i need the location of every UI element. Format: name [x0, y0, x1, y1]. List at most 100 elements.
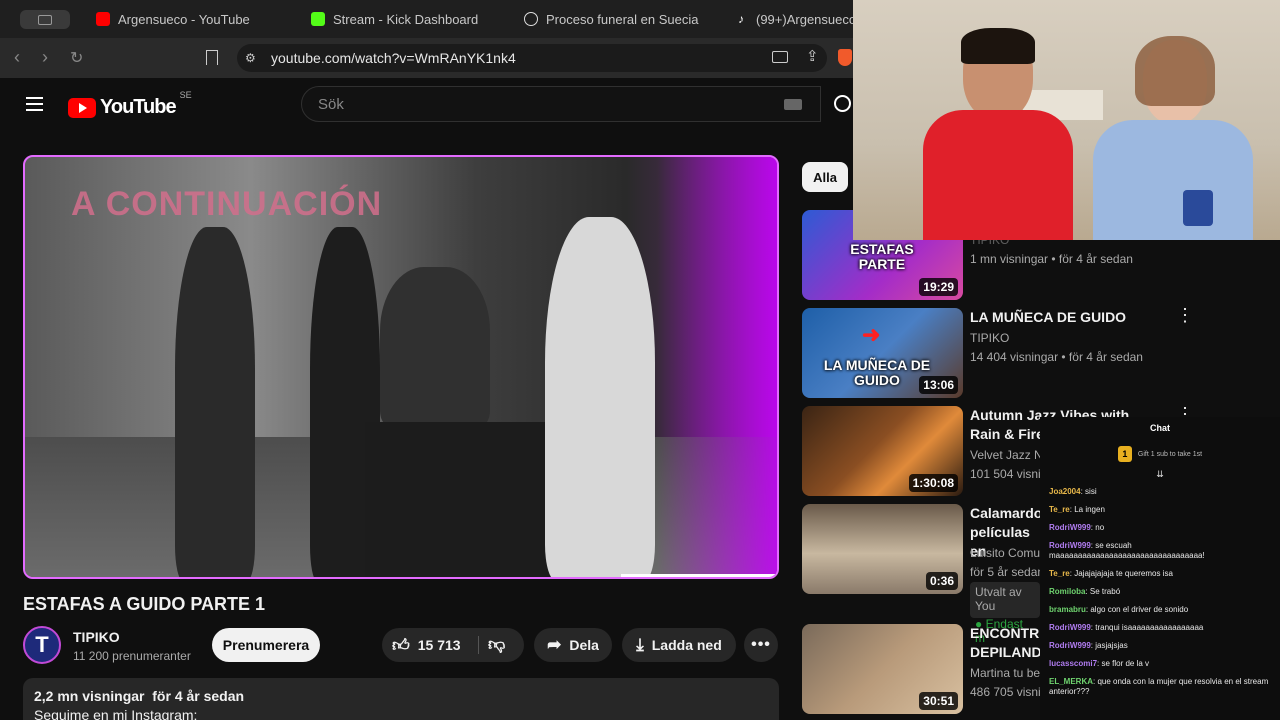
- recommendation-title[interactable]: ENCONTRÉ DEPILANDO: [970, 624, 1052, 662]
- video-player[interactable]: A CONTINUACIÓN: [23, 155, 779, 579]
- gift-banner[interactable]: 1 Gift 1 sub to take 1st: [1040, 439, 1280, 469]
- site-settings-icon[interactable]: ⚙: [245, 51, 256, 65]
- youtube-play-icon: [68, 97, 96, 118]
- avatar-initial: T: [35, 632, 49, 657]
- chat-message: RodriW999: jasjajsjas: [1040, 637, 1280, 655]
- thumbnail-caption: LA MUÑECA DE GUIDO: [823, 357, 931, 388]
- channel-name[interactable]: TIPIKO: [73, 629, 120, 645]
- chat-username[interactable]: lucasscomi7: [1049, 659, 1097, 668]
- chat-username[interactable]: Joa2004: [1049, 487, 1081, 496]
- subscribe-button[interactable]: Prenumerera: [212, 628, 320, 662]
- chat-username[interactable]: RodriW999: [1049, 623, 1091, 632]
- recommendation-channel[interactable]: Luisito Comun: [970, 546, 1047, 560]
- kick-favicon-icon: [311, 12, 325, 26]
- game-desk: [365, 422, 575, 577]
- cast-icon[interactable]: [772, 51, 788, 63]
- like-dislike-group: 👍︎ 15 713 👎︎: [382, 628, 524, 662]
- hair: [1135, 36, 1215, 106]
- thumbs-down-icon: 👎︎: [488, 635, 506, 654]
- chat-username[interactable]: Te_re: [1049, 569, 1070, 578]
- dislike-button[interactable]: 👎︎: [488, 634, 505, 655]
- recommendation-meta: 101 504 visnin: [970, 467, 1048, 481]
- recommendation-channel[interactable]: Velvet Jazz N: [970, 448, 1043, 462]
- share-page-icon[interactable]: ⇪: [806, 47, 819, 65]
- brave-shield-icon[interactable]: [838, 49, 852, 66]
- more-horizontal-icon: •••: [751, 636, 771, 653]
- views-and-date: 2,2 mn visningar för 4 år sedan: [34, 688, 245, 704]
- recommendation-thumbnail[interactable]: 30:51: [802, 624, 963, 714]
- host-figure: [175, 227, 255, 577]
- forward-icon[interactable]: ›: [42, 47, 48, 68]
- filter-chip-all[interactable]: Alla: [802, 162, 848, 192]
- chat-username[interactable]: RodriW999: [1049, 641, 1091, 650]
- download-button[interactable]: ⤓ Ladda ned: [622, 628, 736, 662]
- region-code: SE: [179, 90, 192, 100]
- chat-username[interactable]: RodriW999: [1049, 523, 1091, 532]
- search-input[interactable]: Sök: [301, 86, 821, 122]
- search-icon[interactable]: [834, 95, 851, 112]
- recommendation-meta: 486 705 visni: [970, 685, 1041, 699]
- collapse-icon[interactable]: ⇊: [1040, 469, 1280, 483]
- address-bar[interactable]: ⚙ youtube.com/watch?v=WmRAnYK1nk4: [237, 44, 827, 72]
- tab-chatgpt[interactable]: Proceso funeral en Suecia: [524, 0, 698, 38]
- recommendation-channel[interactable]: TIPIKO: [970, 331, 1009, 345]
- gift-badge-icon: 1: [1117, 446, 1132, 462]
- tab-youtube[interactable]: Argensueco - YouTube: [96, 0, 250, 38]
- channel-avatar[interactable]: T: [23, 626, 61, 664]
- sidebar-toggle-button[interactable]: [20, 10, 70, 29]
- youtube-logo[interactable]: YouTube SE: [68, 90, 192, 119]
- chat-text: : La ingen: [1069, 505, 1105, 514]
- hair: [961, 28, 1035, 64]
- divider: [478, 636, 479, 654]
- recommendation-thumbnail[interactable]: 0:36: [802, 504, 963, 594]
- chat-message: RodriW999: se escuah maaaaaaaaaaaaaaaaaa…: [1040, 537, 1280, 565]
- more-actions-button[interactable]: •••: [744, 628, 778, 662]
- tab-title: (99+)Argensueco: [756, 11, 857, 27]
- streamer-left: [913, 28, 1083, 240]
- recommendation-meta: 14 404 visningar • för 4 år sedan: [970, 350, 1143, 364]
- share-button[interactable]: ➦ Dela: [534, 628, 612, 662]
- chat-text: : algo con el driver de sonido: [1085, 605, 1189, 614]
- chat-username[interactable]: bramabru: [1049, 605, 1086, 614]
- search-placeholder: Sök: [318, 95, 344, 113]
- gift-text: Gift 1 sub to take 1st: [1137, 450, 1203, 458]
- tab-title: Argensueco - YouTube: [118, 11, 250, 27]
- back-icon[interactable]: ‹: [14, 47, 20, 68]
- video-progress-bar[interactable]: [621, 574, 777, 577]
- chat-username[interactable]: Te_re: [1049, 505, 1070, 514]
- tab-tiktok[interactable]: ♪ (99+)Argensueco: [738, 0, 856, 38]
- chat-text: : jasjajsjas: [1090, 641, 1128, 650]
- recommendation-meta: 1 mn visningar • för 4 år sedan: [970, 252, 1133, 266]
- recommendation-title[interactable]: LA MUÑECA DE GUIDO: [970, 308, 1126, 327]
- like-count: 15 713: [417, 637, 461, 653]
- duration-badge: 19:29: [919, 278, 958, 296]
- chat-text: : Se trabó: [1085, 587, 1121, 596]
- recommendation-channel[interactable]: Martina tu be: [970, 666, 1040, 680]
- duration-badge: 30:51: [919, 692, 958, 710]
- more-vertical-icon[interactable]: ⋮: [1176, 306, 1194, 324]
- chat-username[interactable]: RodriW999: [1049, 541, 1091, 550]
- sidebar-icon: [38, 14, 52, 25]
- keyboard-icon[interactable]: [784, 99, 802, 110]
- video-title: ESTAFAS A GUIDO PARTE 1: [23, 594, 266, 614]
- youtube-favicon-icon: [96, 12, 110, 26]
- stream-chat: Chat 1 Gift 1 sub to take 1st ⇊ Joa2004:…: [1040, 417, 1280, 720]
- chat-username[interactable]: Romiloba: [1049, 587, 1085, 596]
- featured-label: Utvalt av You: [975, 585, 1022, 613]
- chat-header: Chat: [1150, 423, 1170, 433]
- chat-message: bramabru: algo con el driver de sonido: [1040, 601, 1280, 619]
- download-icon: ⤓: [636, 635, 644, 654]
- bookmark-icon[interactable]: [206, 50, 218, 65]
- up-next-overlay: A CONTINUACIÓN: [71, 185, 383, 223]
- like-button[interactable]: 👍︎ 15 713: [392, 635, 461, 656]
- recommendation-thumbnail[interactable]: 1:30:08: [802, 406, 963, 496]
- menu-icon[interactable]: [26, 97, 43, 111]
- logo-text: YouTube: [100, 96, 177, 118]
- description-box[interactable]: 2,2 mn visningar för 4 år sedan Seguime …: [23, 678, 779, 720]
- tab-kick[interactable]: Stream - Kick Dashboard: [311, 0, 478, 38]
- chat-username[interactable]: EL_MERKA: [1049, 677, 1093, 686]
- arrow-icon: ➜: [862, 322, 881, 347]
- reload-icon[interactable]: ↻: [70, 48, 83, 68]
- duration-badge: 0:36: [925, 572, 958, 590]
- recommendation-thumbnail[interactable]: LA MUÑECA DE GUIDO ➜ 13:06: [802, 308, 963, 398]
